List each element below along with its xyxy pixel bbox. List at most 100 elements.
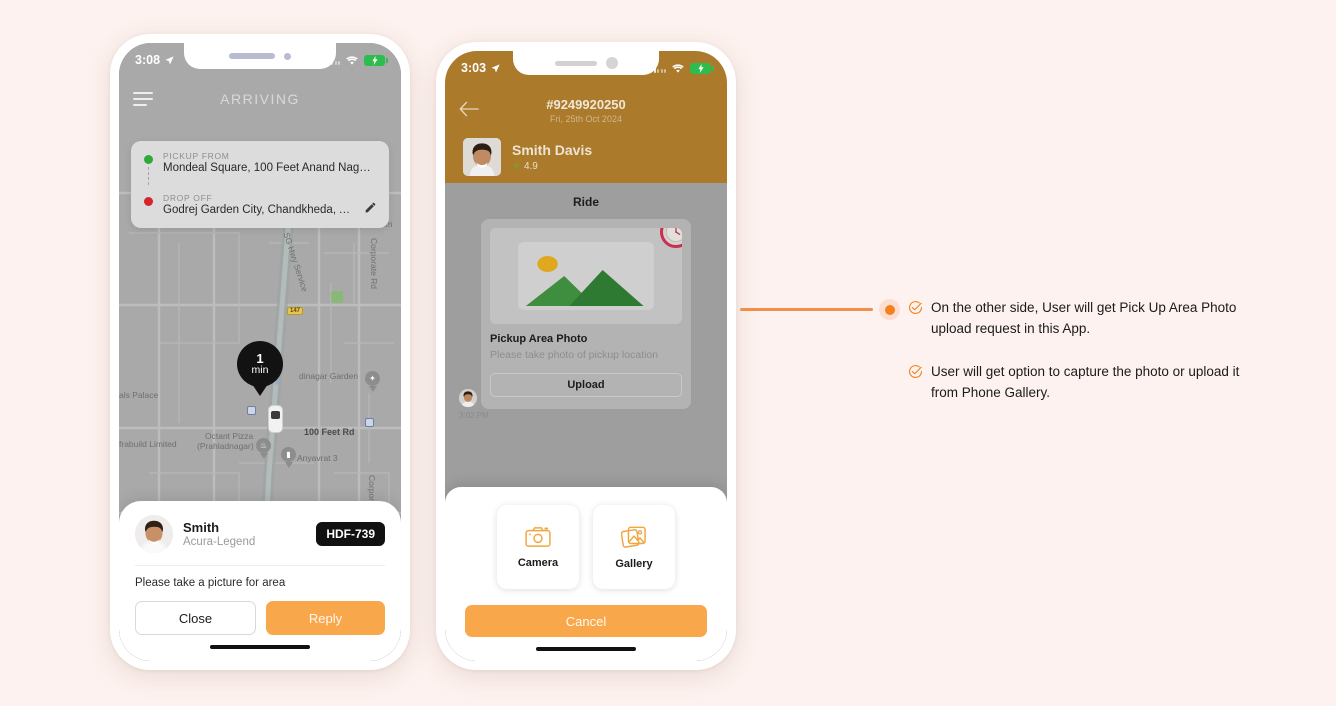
annotation-note: On the other side, User will get Pick Up… [908,298,1248,340]
dropoff-label: DROP OFF [163,193,213,203]
map-poi-pin: ▮ [281,447,296,468]
driver-vehicle: Acura-Legend [183,536,256,548]
annotation-note-text: User will get option to capture the phot… [931,363,1240,400]
phone2-screen: #9249920250 Fri, 25th Oct 2024 Smith Dav… [445,51,727,661]
wifi-icon [346,55,358,65]
upload-button[interactable]: Upload [490,373,682,398]
map-label: (Prahladnagar) [197,441,254,451]
close-button[interactable]: Close [135,601,256,635]
message-timestamp: 3:02 PM [459,411,489,420]
location-arrow-icon [165,55,174,65]
pickup-dot-icon [144,155,153,164]
star-icon: ★ [512,161,521,172]
action-buttons: Close Reply [135,601,385,635]
speaker-grille [554,60,597,66]
phone1-notch [184,43,336,69]
phone2-app-header: #9249920250 Fri, 25th Oct 2024 Smith Dav… [445,85,727,183]
map-vehicle-marker [268,405,283,433]
rider-rating: ★ 4.9 [512,161,592,172]
photo-card-title: Pickup Area Photo [490,333,588,345]
driver-row: Smith Acura-Legend HDF-739 [135,515,385,565]
gallery-option-button[interactable]: Gallery [593,505,675,589]
dropoff-row: DROP OFF Godrej Garden City, Chandkheda,… [143,193,377,216]
screenshot-canvas: SG Hwy Service Corporate Rd Jeanpur Gam … [0,0,1336,706]
front-camera [284,52,291,60]
battery-charging-icon [690,62,714,74]
gallery-icon [621,526,646,548]
driver-name: Smith [183,520,220,535]
message-text: Please take a picture for area [135,577,286,589]
home-indicator [536,647,636,651]
image-placeholder-icon [490,228,682,324]
pickup-photo-request-card: Pickup Area Photo Please take photo of p… [481,219,691,410]
route-card[interactable]: PICKUP FROM Mondeal Square, 100 Feet Ana… [131,141,389,228]
reply-button[interactable]: Reply [266,601,385,635]
tab-ride[interactable]: Ride [445,183,727,219]
status-time: 3:08 [135,53,161,67]
map-label: frabuild Limited [119,439,177,449]
map-highway-shield: 147 [287,307,304,315]
photo-source-action-sheet: Camera Gallery Cancel [445,487,727,661]
status-indicators [653,62,714,74]
gallery-label: Gallery [615,557,653,570]
avatar [135,515,173,553]
status-time-group: 3:03 [461,61,501,75]
pickup-value: Mondeal Square, 100 Feet Anand Nagar Roa… [163,162,377,174]
camera-option-button[interactable]: Camera [497,505,579,589]
rider-row: Smith Davis ★ 4.9 [445,124,727,176]
license-plate-badge: HDF-739 [316,522,385,546]
map-label: Corporate Rd [369,238,379,290]
eta-unit: min [251,364,269,377]
route-timeline-end [143,193,154,216]
pencil-edit-icon[interactable] [364,201,377,214]
camera-label: Camera [517,556,559,569]
check-circle-icon [909,301,923,314]
map-marker-square [247,406,256,415]
pickup-row: PICKUP FROM Mondeal Square, 100 Feet Ana… [143,151,377,188]
photo-placeholder [490,228,682,324]
check-circle-icon [909,364,923,378]
route-timeline [143,151,154,188]
camera-icon [525,526,551,547]
rider-name: Smith Davis [512,142,593,158]
order-date: Fri, 25th Oct 2024 [549,114,623,124]
eta-value: 1 [256,350,264,366]
phone1-screen: SG Hwy Service Corporate Rd Jeanpur Gam … [119,43,401,661]
phone-mockup-driver-app: SG Hwy Service Corporate Rd Jeanpur Gam … [110,34,410,670]
status-indicators [327,54,388,66]
back-arrow-icon[interactable] [459,101,479,117]
location-arrow-icon [491,63,500,73]
map-label: als Palace [119,390,159,400]
avatar [463,138,501,176]
map-label: Octant Pizza [205,431,254,441]
annotation-connector-line [740,308,873,311]
dropoff-dot-icon [144,197,153,206]
map-label: Anyavrat 3 [297,453,338,463]
battery-charging-icon [364,54,388,66]
avatar-photo [135,515,173,553]
avatar-photo [459,389,477,407]
map-label: 100 Feet Rd [304,427,355,437]
source-options: Camera Gallery [465,505,707,589]
route-dashed-line [148,167,149,185]
phone-mockup-user-app: #9249920250 Fri, 25th Oct 2024 Smith Dav… [436,42,736,670]
map-label: dinagar Garden [299,371,359,381]
avatar-photo [463,138,501,176]
phone1-app-header: ARRIVING [119,77,401,121]
message-avatar [459,389,477,407]
map-poi-pin: ♨ [256,438,271,459]
driver-message-card: Smith Acura-Legend HDF-739 Please take a… [119,501,401,661]
order-id: #9249920250 [546,97,626,112]
speaker-grille [229,53,275,59]
home-indicator [210,645,310,649]
annotation-notes: On the other side, User will get Pick Up… [908,298,1248,426]
map-eta-marker: 1 min [237,341,283,387]
map-marker-square [365,418,374,427]
status-time: 3:03 [461,61,487,75]
map-poi-pin: ✦ [365,371,380,392]
cancel-button[interactable]: Cancel [465,605,707,637]
page-title: ARRIVING [220,91,300,107]
bullet-dot-icon [879,299,900,320]
photo-card-subtitle: Please take photo of pickup location [490,349,659,361]
pickup-label: PICKUP FROM [163,151,230,161]
